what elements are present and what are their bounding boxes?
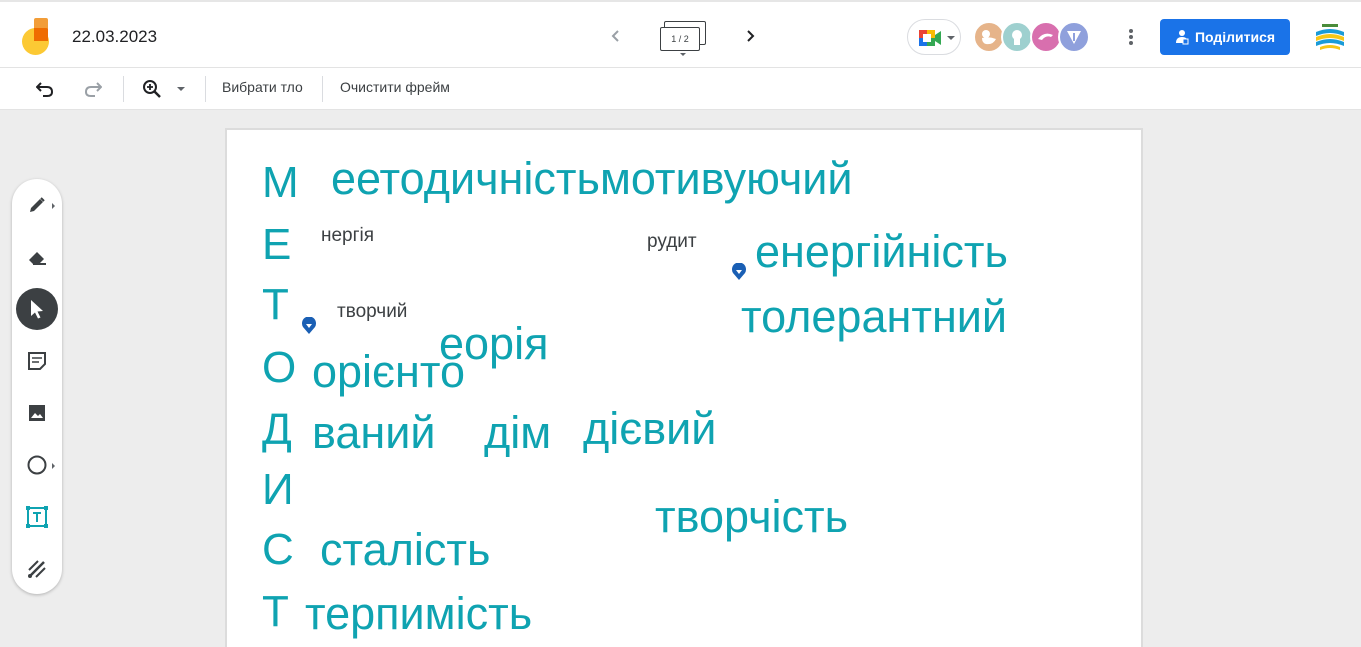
edit-toolbar: Вибрати тло Очистити фрейм (0, 68, 1361, 110)
toolbar-divider (322, 76, 323, 102)
toolbar-divider (205, 76, 206, 102)
text-box[interactable]: еетодичністьмотивуючий (331, 156, 853, 201)
sticky-note-icon (28, 352, 46, 370)
image-tool[interactable] (16, 392, 58, 434)
meet-camera-icon (919, 30, 941, 46)
share-button-label: Поділитися (1194, 29, 1276, 45)
redo-button[interactable] (80, 76, 106, 102)
acrostic-letter[interactable]: Т (262, 283, 289, 327)
jam-frame-canvas[interactable]: М Е Т О Д И С Т еетодичністьмотивуючий е… (225, 128, 1143, 647)
text-box[interactable]: творчий (337, 302, 407, 321)
text-box[interactable]: сталість (320, 527, 490, 572)
collaborator-pin-icon (302, 317, 316, 334)
text-box-icon (26, 506, 48, 528)
document-title[interactable]: 22.03.2023 (72, 27, 157, 47)
pen-icon (30, 197, 45, 212)
chevron-left-icon (611, 30, 619, 42)
dolphin-icon (1038, 33, 1053, 40)
caret-down-icon (947, 36, 955, 40)
acrostic-letter[interactable]: Д (262, 408, 292, 452)
text-box[interactable]: толерантний (741, 294, 1007, 339)
text-box[interactable]: рудит (647, 232, 697, 251)
more-vert-icon (1129, 29, 1133, 45)
meet-button[interactable] (907, 19, 961, 55)
caret-down-icon (177, 87, 185, 91)
acrostic-letter[interactable]: С (262, 528, 294, 572)
toolbar-divider (123, 76, 124, 102)
acrostic-letter[interactable]: О (262, 346, 296, 390)
collaborator-pin-icon (732, 263, 746, 280)
undo-button[interactable] (32, 76, 58, 102)
pen-tool[interactable] (16, 184, 58, 226)
redo-icon (84, 82, 102, 97)
text-box[interactable]: терпимість (305, 591, 532, 636)
share-button[interactable]: Поділитися (1160, 19, 1290, 55)
duck-icon (982, 30, 996, 45)
set-background-button[interactable]: Вибрати тло (222, 79, 303, 95)
sticky-note-tool[interactable] (16, 340, 58, 382)
zoom-button[interactable] (138, 76, 190, 102)
acrostic-letter[interactable]: Е (262, 223, 291, 267)
acrostic-letter[interactable]: Т (262, 590, 289, 634)
person-lock-icon (1175, 30, 1189, 45)
next-frame-button[interactable] (738, 24, 762, 48)
laser-tool[interactable] (16, 548, 58, 590)
text-box[interactable]: дієвий (583, 406, 716, 451)
image-icon (29, 405, 45, 421)
cursor-arrow-icon (31, 300, 43, 319)
avatar-badger[interactable] (1058, 21, 1090, 53)
caret-down-icon (680, 53, 686, 56)
undo-icon (36, 82, 54, 97)
previous-frame-button[interactable] (604, 24, 628, 48)
clear-frame-button[interactable]: Очистити фрейм (340, 79, 450, 95)
select-tool[interactable] (16, 288, 58, 330)
text-box[interactable]: орієнто (312, 349, 465, 394)
badger-icon (1067, 31, 1081, 44)
top-bar: 22.03.2023 1 / 2 Поділитися (0, 0, 1361, 68)
avatar-dog[interactable] (1001, 21, 1033, 53)
frame-counter-label: 1 / 2 (660, 27, 700, 51)
zoom-in-icon (143, 80, 161, 98)
organization-logo-icon (1316, 24, 1344, 50)
frame-counter-button[interactable]: 1 / 2 (656, 19, 710, 59)
shape-tool[interactable] (16, 444, 58, 486)
text-box[interactable]: творчість (655, 494, 848, 539)
text-box[interactable]: нергія (321, 226, 374, 245)
text-box[interactable]: дім (484, 410, 551, 455)
eraser-tool[interactable] (16, 236, 58, 278)
tool-palette (12, 179, 62, 594)
circle-shape-icon (27, 455, 47, 475)
laser-pointer-icon (28, 560, 46, 578)
acrostic-letter[interactable]: И (262, 468, 294, 512)
dog-icon (1012, 30, 1022, 45)
text-box[interactable]: енергійність (755, 229, 1008, 274)
more-options-button[interactable] (1119, 25, 1143, 49)
text-box[interactable]: ваний (312, 410, 436, 455)
jamboard-logo[interactable] (22, 18, 50, 56)
account-avatar[interactable] (1314, 22, 1346, 54)
acrostic-letter[interactable]: М (262, 161, 299, 205)
chevron-right-icon (747, 30, 755, 42)
text-box-tool[interactable] (16, 496, 58, 538)
eraser-icon (29, 252, 46, 265)
